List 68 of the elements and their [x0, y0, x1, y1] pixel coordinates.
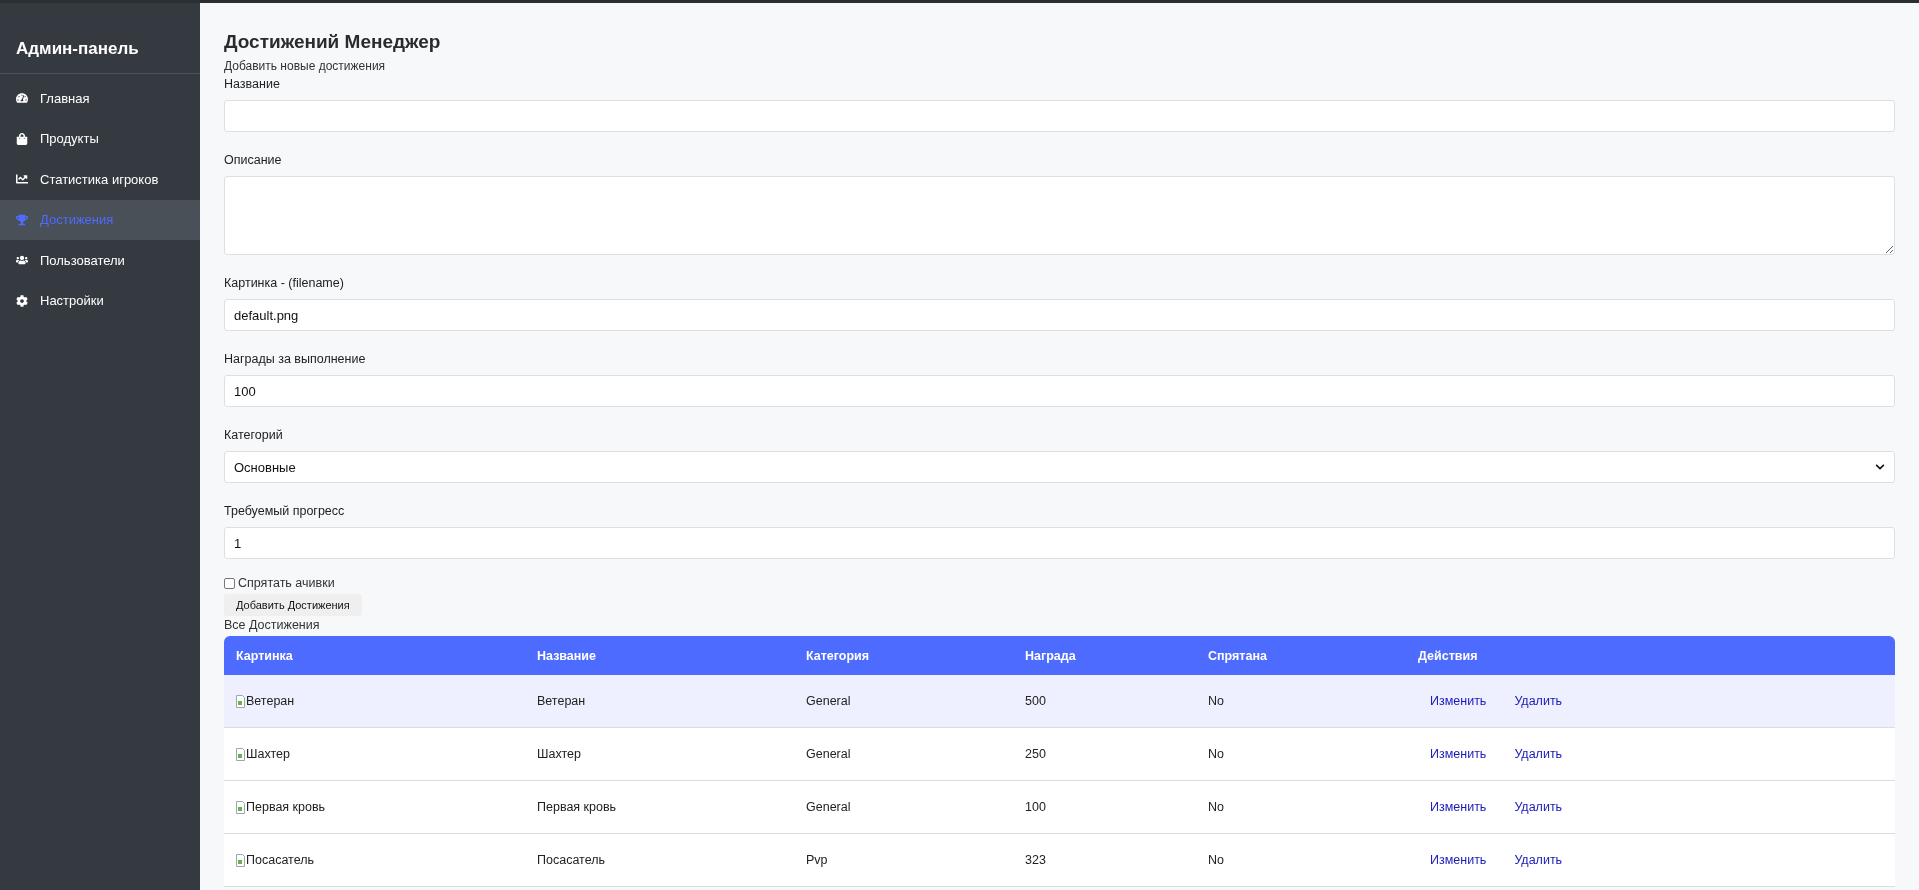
table-cell-text: Pvp	[806, 853, 829, 867]
field-label: Название	[224, 77, 281, 91]
field-label: Категорий	[224, 428, 284, 442]
table-cell-text: Шахтер	[537, 747, 582, 761]
category-select[interactable]: Основные	[224, 451, 1895, 483]
column-header: Название	[537, 648, 597, 663]
image-alt-text: Ветеран	[246, 694, 295, 708]
text-field[interactable]	[224, 100, 1895, 132]
broken-image-icon	[236, 694, 245, 708]
text-field[interactable]: default.png	[224, 299, 1895, 331]
table-cell-text: No	[1208, 747, 1225, 761]
table-cell-text: No	[1208, 800, 1225, 814]
field-label: Требуемый прогресс	[224, 504, 346, 518]
sidebar-item[interactable]: Пользователи	[0, 240, 200, 281]
table-cell-text: General	[806, 694, 852, 708]
field-label: Картинка - (filename)	[224, 276, 345, 290]
table-cell-text: 250	[1025, 747, 1047, 761]
image-alt-text: Посасатель	[246, 853, 314, 867]
description-field[interactable]	[224, 176, 1895, 255]
delete-link[interactable]: Удалить	[1514, 853, 1563, 867]
field-label: Награды за выполнение	[224, 352, 367, 366]
column-header: Действия	[1418, 648, 1479, 663]
text-field[interactable]: 100	[224, 375, 1895, 407]
image-alt-text: Первая кровь	[246, 800, 326, 814]
broken-image-icon	[236, 800, 245, 814]
users-icon	[16, 254, 28, 267]
edit-link[interactable]: Изменить	[1430, 694, 1487, 708]
trophy-icon	[16, 213, 28, 226]
broken-image-icon	[236, 853, 245, 867]
field-label: Описание	[224, 153, 283, 167]
table-cell-text: Первая кровь	[537, 800, 618, 814]
table-cell-text: Посасатель	[537, 853, 606, 867]
sidebar-item[interactable]: Статистика игроков	[0, 159, 200, 200]
table-cell-text: General	[806, 800, 852, 814]
sidebar-item[interactable]: Продукты	[0, 118, 200, 159]
column-header: Категория	[806, 648, 871, 663]
text-field[interactable]: 1	[224, 527, 1895, 559]
line-chart-icon	[16, 173, 28, 186]
table-caption: Все Достижения	[224, 618, 321, 632]
delete-link[interactable]: Удалить	[1514, 800, 1563, 814]
table-cell-text: 500	[1025, 694, 1047, 708]
sidebar-item[interactable]: Настройки	[0, 280, 200, 321]
page-subtitle: Добавить новые достижения	[224, 59, 387, 73]
column-header: Награда	[1025, 648, 1077, 663]
bag-icon	[16, 132, 28, 145]
checkbox-label: Спрятать ачивки	[238, 576, 335, 590]
add-button[interactable]: Добавить Достижения	[224, 594, 362, 616]
table-cell-text: 100	[1025, 800, 1047, 814]
edit-link[interactable]: Изменить	[1430, 800, 1487, 814]
settings-icon	[16, 294, 28, 307]
column-header: Спрятана	[1208, 648, 1268, 663]
edit-link[interactable]: Изменить	[1430, 853, 1487, 867]
gauge-icon	[16, 92, 28, 105]
sidebar-item[interactable]: Главная	[0, 78, 200, 119]
table-cell-text: Ветеран	[537, 694, 587, 708]
delete-link[interactable]: Удалить	[1514, 747, 1563, 761]
table-cell-text: No	[1208, 853, 1225, 867]
table-cell-text: No	[1208, 694, 1225, 708]
edit-link[interactable]: Изменить	[1430, 747, 1487, 761]
table-cell-text: 323	[1025, 853, 1047, 867]
column-header: Картинка	[236, 648, 294, 663]
table-cell-text: General	[806, 747, 852, 761]
checkbox[interactable]	[224, 577, 235, 589]
image-alt-text: Шахтер	[246, 747, 290, 761]
page-title: Достижений Менеджер	[224, 31, 442, 53]
chevron-down-icon	[1875, 462, 1885, 472]
delete-link[interactable]: Удалить	[1514, 694, 1563, 708]
broken-image-icon	[236, 747, 245, 761]
